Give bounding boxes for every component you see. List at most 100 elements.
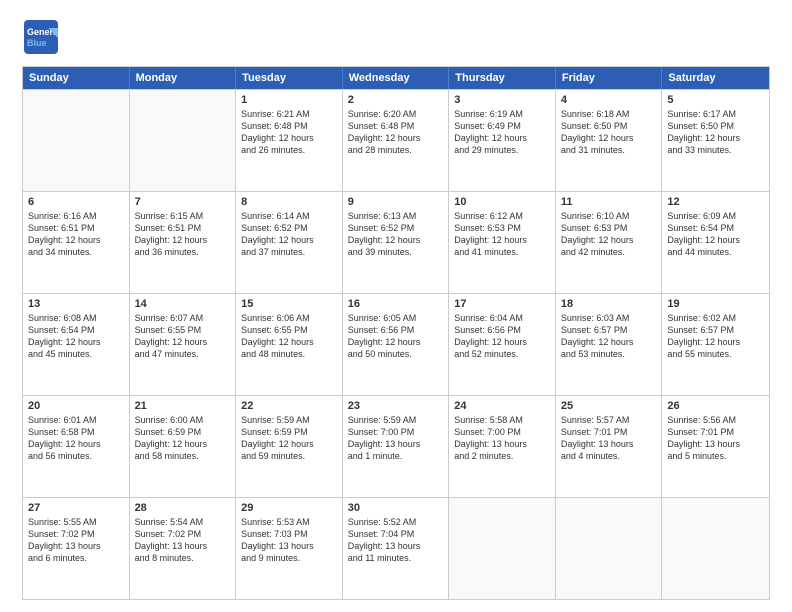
cell-info-line: Sunset: 6:59 PM <box>135 426 231 438</box>
day-number: 6 <box>28 196 124 208</box>
cell-info-line: Daylight: 13 hours <box>135 540 231 552</box>
cell-info-line: Daylight: 13 hours <box>348 540 444 552</box>
header-day-saturday: Saturday <box>662 67 769 89</box>
day-number: 3 <box>454 94 550 106</box>
cell-info-line: and 4 minutes. <box>561 450 657 462</box>
calendar-cell: 6Sunrise: 6:16 AMSunset: 6:51 PMDaylight… <box>23 192 130 293</box>
cell-info-line: Sunrise: 5:52 AM <box>348 516 444 528</box>
calendar-cell: 26Sunrise: 5:56 AMSunset: 7:01 PMDayligh… <box>662 396 769 497</box>
header-day-thursday: Thursday <box>449 67 556 89</box>
calendar-cell: 13Sunrise: 6:08 AMSunset: 6:54 PMDayligh… <box>23 294 130 395</box>
calendar-cell: 19Sunrise: 6:02 AMSunset: 6:57 PMDayligh… <box>662 294 769 395</box>
calendar-cell: 27Sunrise: 5:55 AMSunset: 7:02 PMDayligh… <box>23 498 130 599</box>
calendar-cell: 5Sunrise: 6:17 AMSunset: 6:50 PMDaylight… <box>662 90 769 191</box>
cell-info-line: Sunset: 6:50 PM <box>667 120 764 132</box>
calendar-row: 20Sunrise: 6:01 AMSunset: 6:58 PMDayligh… <box>23 395 769 497</box>
cell-info-line: Daylight: 12 hours <box>135 438 231 450</box>
cell-info-line: and 56 minutes. <box>28 450 124 462</box>
cell-info-line: Sunrise: 6:13 AM <box>348 210 444 222</box>
cell-info-line: Sunrise: 6:04 AM <box>454 312 550 324</box>
cell-info-line: and 55 minutes. <box>667 348 764 360</box>
cell-info-line: Sunset: 6:53 PM <box>454 222 550 234</box>
calendar-cell: 16 Sunrise: 6:05 AMSunset: 6:56 PMDayligh… <box>343 294 450 395</box>
header: General Blue <box>22 18 770 56</box>
header-day-monday: Monday <box>130 67 237 89</box>
cell-info-line: Sunset: 7:00 PM <box>454 426 550 438</box>
cell-info-line: and 6 minutes. <box>28 552 124 564</box>
cell-info-line: Sunrise: 6:18 AM <box>561 108 657 120</box>
calendar-cell <box>662 498 769 599</box>
calendar-row: 1 Sunrise: 6:21 AMSunset: 6:48 PMDaylight… <box>23 89 769 191</box>
cell-info-line: Sunrise: 6:09 AM <box>667 210 764 222</box>
cell-info-line: and 2 minutes. <box>454 450 550 462</box>
cell-info-line: Sunset: 6:52 PM <box>348 222 444 234</box>
cell-info-line: and 11 minutes. <box>348 552 444 564</box>
calendar-cell <box>130 90 237 191</box>
cell-info-line: and 42 minutes. <box>561 246 657 258</box>
cell-info-line: Sunrise: 6:00 AM <box>135 414 231 426</box>
cell-info-line: Sunset: 6:56 PM <box>454 324 550 336</box>
day-number: 2 <box>348 94 444 106</box>
day-number: 16 <box>348 298 444 310</box>
calendar-cell: 2Sunrise: 6:20 AMSunset: 6:48 PMDaylight… <box>343 90 450 191</box>
cell-info-line: Sunset: 6:56 PM <box>348 324 444 336</box>
calendar-cell: 25Sunrise: 5:57 AMSunset: 7:01 PMDayligh… <box>556 396 663 497</box>
cell-info-line: Sunrise: 6:19 AM <box>454 108 550 120</box>
calendar-cell: 22Sunrise: 5:59 AMSunset: 6:59 PMDayligh… <box>236 396 343 497</box>
cell-info-line: Sunrise: 6:12 AM <box>454 210 550 222</box>
cell-info-line: Sunrise: 6:21 AM <box>241 108 337 120</box>
cell-info-line: and 9 minutes. <box>241 552 337 564</box>
cell-info-line: and 41 minutes. <box>454 246 550 258</box>
day-number: 24 <box>454 400 550 412</box>
cell-info-line: Sunset: 6:48 PM <box>241 120 337 132</box>
cell-info-line: and 50 minutes. <box>348 348 444 360</box>
cell-info-line: and 58 minutes. <box>135 450 231 462</box>
cell-info-line: and 5 minutes. <box>667 450 764 462</box>
cell-info-line: Daylight: 13 hours <box>454 438 550 450</box>
calendar-cell <box>556 498 663 599</box>
calendar: SundayMondayTuesdayWednesdayThursdayFrid… <box>22 66 770 600</box>
calendar-cell: 15Sunrise: 6:06 AMSunset: 6:55 PMDayligh… <box>236 294 343 395</box>
calendar-cell: 10Sunrise: 6:12 AMSunset: 6:53 PMDayligh… <box>449 192 556 293</box>
page: General Blue SundayMondayTuesdayWednesda… <box>0 0 792 612</box>
calendar-cell: 17Sunrise: 6:04 AMSunset: 6:56 PMDayligh… <box>449 294 556 395</box>
calendar-body: 1Sunrise: 6:21 AMSunset: 6:48 PMDaylight… <box>23 89 769 599</box>
cell-info-line: Sunset: 6:57 PM <box>667 324 764 336</box>
day-number: 22 <box>241 400 337 412</box>
day-number: 14 <box>135 298 231 310</box>
cell-info-line: Sunset: 6:55 PM <box>135 324 231 336</box>
cell-info-line: Daylight: 12 hours <box>241 132 337 144</box>
svg-text:Blue: Blue <box>27 38 47 48</box>
cell-info-line: and 26 minutes. <box>241 144 337 156</box>
calendar-row: 27Sunrise: 5:55 AMSunset: 7:02 PMDayligh… <box>23 497 769 599</box>
cell-info-line: Daylight: 12 hours <box>667 234 764 246</box>
cell-info-line: Daylight: 12 hours <box>348 336 444 348</box>
calendar-cell: 1 Sunrise: 6:21 AMSunset: 6:48 PMDaylight… <box>236 90 343 191</box>
calendar-cell <box>23 90 130 191</box>
cell-info-line: Sunset: 6:49 PM <box>454 120 550 132</box>
cell-info-line: and 59 minutes. <box>241 450 337 462</box>
cell-info-line: Sunrise: 6:20 AM <box>348 108 444 120</box>
cell-info-line: Daylight: 13 hours <box>667 438 764 450</box>
cell-info-line: Daylight: 12 hours <box>28 234 124 246</box>
day-number: 1 <box>241 94 337 106</box>
calendar-cell: 12Sunrise: 6:09 AMSunset: 6:54 PMDayligh… <box>662 192 769 293</box>
calendar-header: SundayMondayTuesdayWednesdayThursdayFrid… <box>23 67 769 89</box>
day-number: 26 <box>667 400 764 412</box>
day-number: 15 <box>241 298 337 310</box>
cell-info-line: Sunset: 6:58 PM <box>28 426 124 438</box>
cell-info-line: Sunrise: 5:59 AM <box>241 414 337 426</box>
cell-info-line: Daylight: 12 hours <box>135 234 231 246</box>
calendar-cell: 29Sunrise: 5:53 AMSunset: 7:03 PMDayligh… <box>236 498 343 599</box>
cell-info-line: Sunset: 6:50 PM <box>561 120 657 132</box>
cell-info-line: and 47 minutes. <box>135 348 231 360</box>
cell-info-line: Sunrise: 6:05 AM <box>348 312 444 324</box>
day-number: 20 <box>28 400 124 412</box>
day-number: 13 <box>28 298 124 310</box>
cell-info-line: Sunset: 7:02 PM <box>28 528 124 540</box>
cell-info-line: and 52 minutes. <box>454 348 550 360</box>
cell-info-line: Sunset: 6:52 PM <box>241 222 337 234</box>
cell-info-line: Daylight: 12 hours <box>241 438 337 450</box>
cell-info-line: Daylight: 12 hours <box>454 336 550 348</box>
cell-info-line: Sunrise: 5:55 AM <box>28 516 124 528</box>
